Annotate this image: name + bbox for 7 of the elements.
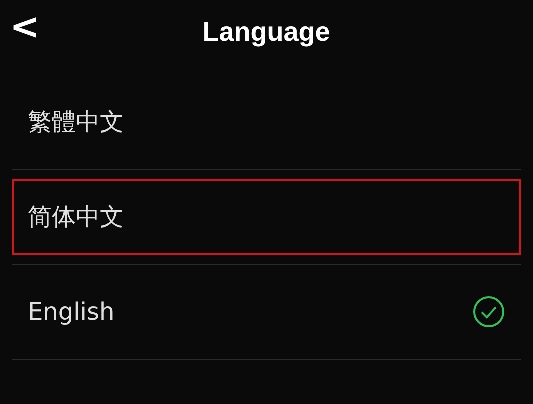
back-button[interactable]: < [4,8,46,48]
page-title: Language [202,16,330,48]
language-option[interactable]: English [12,265,521,360]
language-option[interactable]: 繁體中文 [12,75,521,170]
language-label: 繁體中文 [28,107,124,138]
language-label: 简体中文 [28,202,124,233]
language-label: English [28,298,115,326]
